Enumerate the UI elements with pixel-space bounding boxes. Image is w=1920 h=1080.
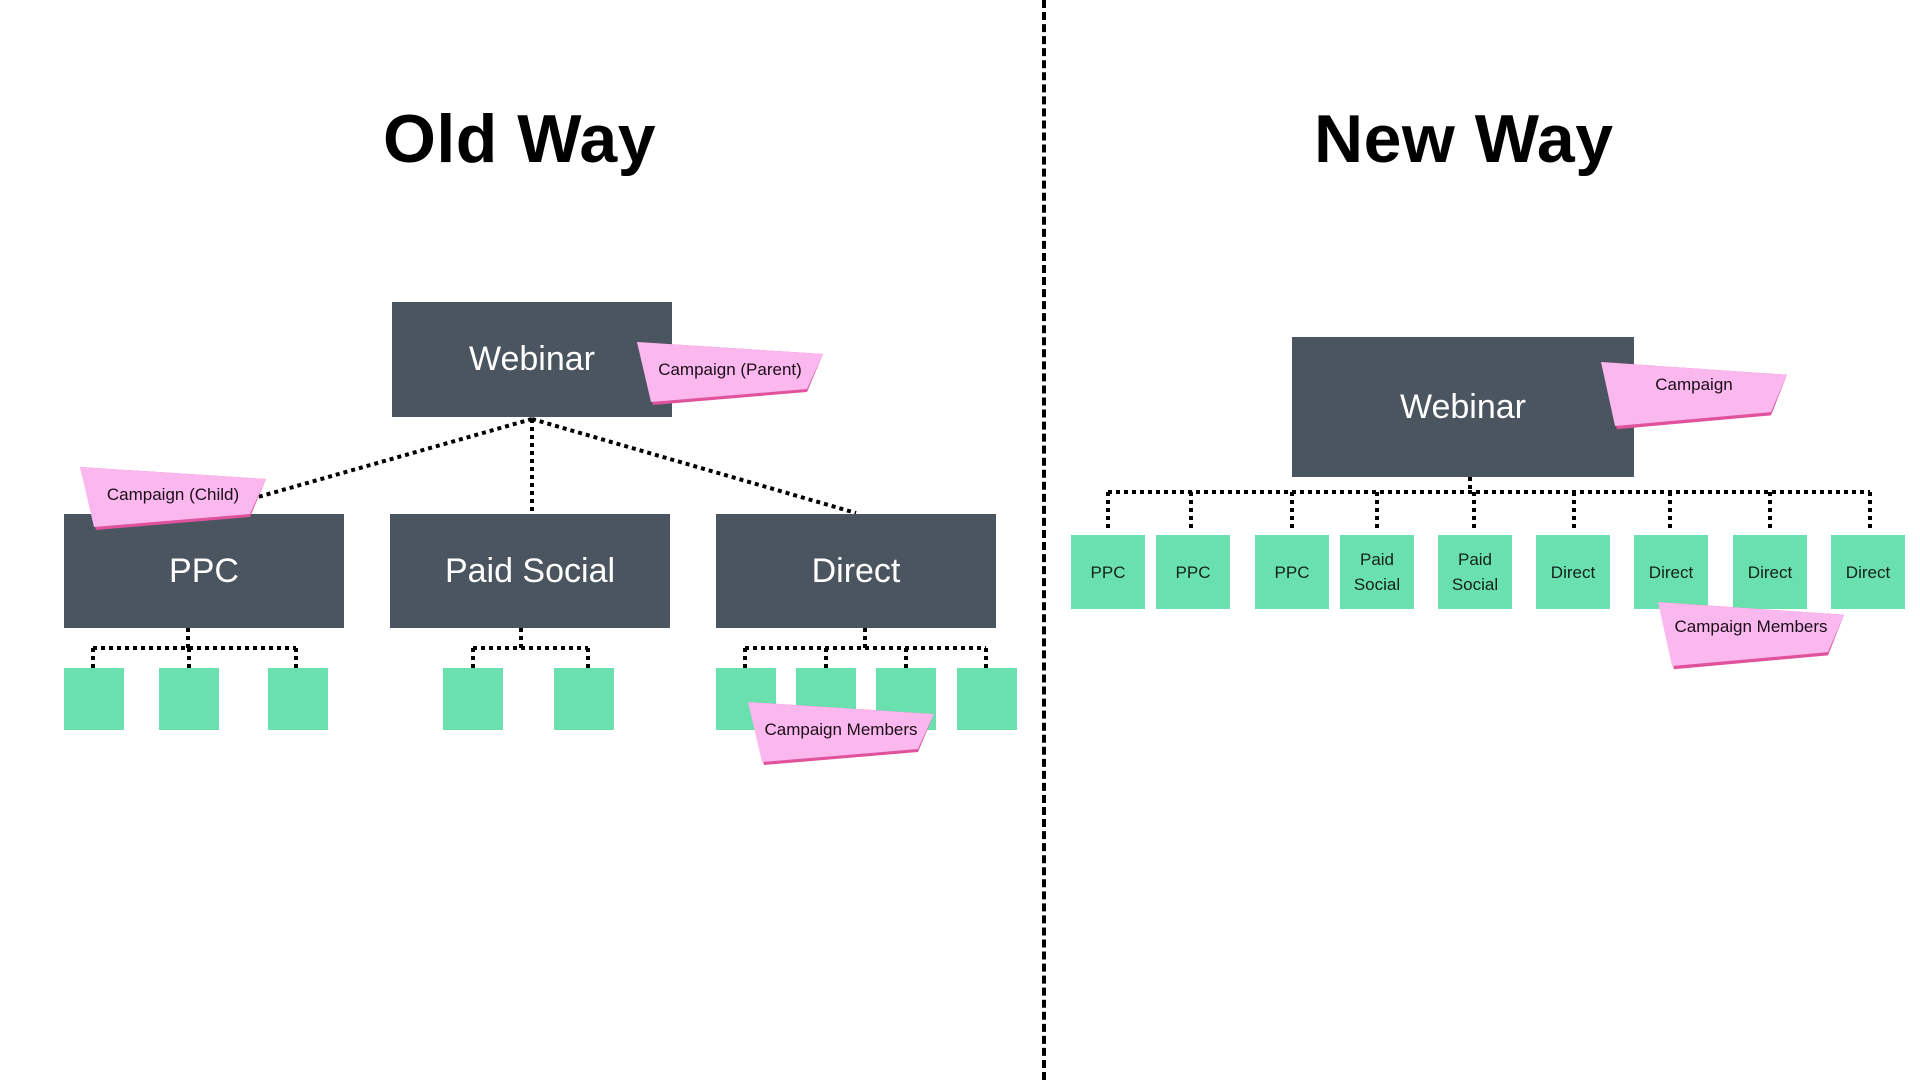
old-paid-social-label: Paid Social (444, 551, 616, 590)
new-webinar-node: Webinar (1292, 337, 1634, 477)
campaign-members-label-new: Campaign Members (1674, 617, 1828, 636)
new-leaf-ppc: PPC (1071, 535, 1145, 609)
campaign-tag-new: Campaign (1601, 362, 1787, 430)
old-paid-social-leaf (443, 668, 503, 730)
leaf-line2: Social (1353, 575, 1401, 594)
old-direct-node: Direct (716, 514, 996, 628)
new-leaf-direct: Direct (1733, 535, 1807, 609)
campaign-members-tag-new: Campaign Members (1658, 602, 1844, 670)
old-webinar-label: Webinar (469, 340, 595, 378)
leaf-line1: PPC (1175, 562, 1211, 582)
campaign-parent-tag: Campaign (Parent) (637, 342, 823, 405)
old-webinar-node: Webinar (392, 302, 672, 417)
leaf-line1: PPC (1274, 562, 1310, 582)
old-direct-label: Direct (811, 551, 901, 590)
leaf-line1: Paid (1457, 550, 1493, 569)
new-leaf-paid-social: Paid Social (1438, 535, 1512, 609)
old-way-title: Old Way (383, 101, 657, 177)
old-paid-social-node: Paid Social (390, 514, 670, 628)
leaf-line1: Direct (1845, 562, 1891, 582)
new-leaf-direct: Direct (1536, 535, 1610, 609)
new-leaf-direct: Direct (1634, 535, 1708, 609)
campaign-members-label-old: Campaign Members (764, 720, 918, 739)
new-leaf-paid-social: Paid Social (1340, 535, 1414, 609)
new-leaf-ppc: PPC (1156, 535, 1230, 609)
old-paid-social-leaf (554, 668, 614, 730)
leaf-line1: Paid (1359, 550, 1395, 569)
old-ppc-leaf (268, 668, 328, 730)
old-direct-leaf (957, 668, 1017, 730)
campaign-members-tag-old: Campaign Members (748, 702, 934, 765)
new-way-title: New Way (1314, 101, 1614, 177)
old-ppc-label: PPC (169, 551, 239, 590)
new-leaf-ppc: PPC (1255, 535, 1329, 609)
leaf-line1: Direct (1747, 562, 1793, 582)
old-ppc-node: PPC (64, 514, 344, 628)
new-leaf-direct: Direct (1831, 535, 1905, 609)
leaf-line1: Direct (1648, 562, 1694, 582)
connector-root-direct (531, 417, 857, 515)
section-divider (1042, 0, 1046, 1080)
leaf-line1: Direct (1550, 562, 1596, 582)
old-ppc-leaf (64, 668, 124, 730)
old-ppc-leaf (159, 668, 219, 730)
campaign-parent-label: Campaign (Parent) (658, 360, 802, 379)
campaign-child-tag: Campaign (Child) (80, 467, 266, 530)
campaign-child-label: Campaign (Child) (106, 485, 240, 504)
connector-root-ppc (257, 417, 533, 499)
new-webinar-label: Webinar (1400, 387, 1526, 426)
leaf-line1: PPC (1090, 562, 1126, 582)
leaf-line2: Social (1451, 575, 1499, 594)
campaign-label-new: Campaign (1655, 375, 1733, 394)
